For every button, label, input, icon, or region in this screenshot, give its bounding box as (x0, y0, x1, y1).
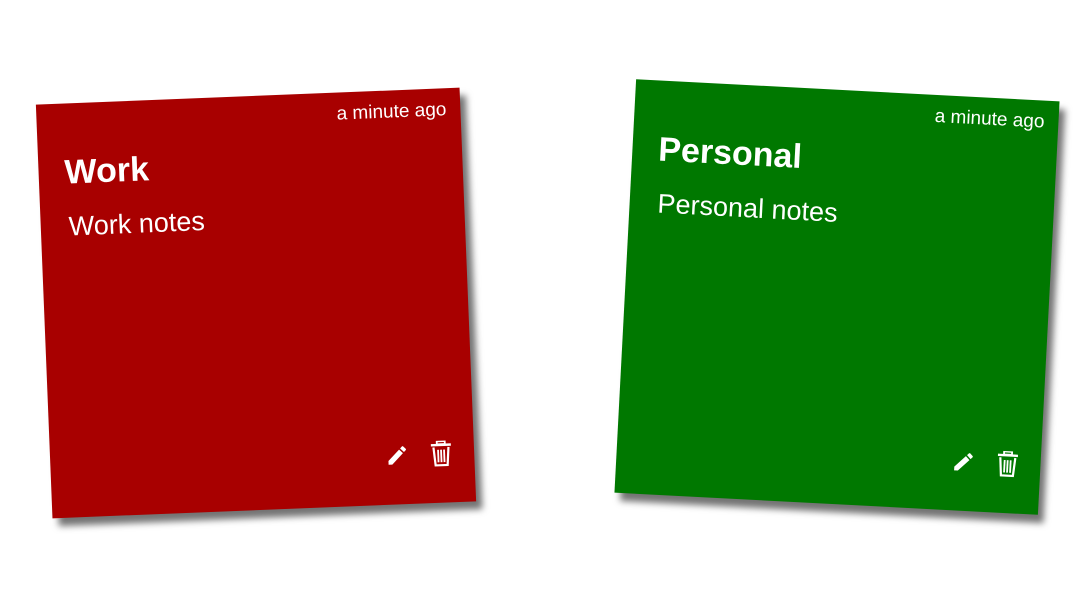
notes-board: a minute ago Work Work notes a minute ag… (0, 0, 1092, 602)
note-card-personal[interactable]: a minute ago Personal Personal notes (614, 79, 1060, 515)
note-body: Work notes (68, 206, 206, 242)
note-actions (384, 440, 455, 469)
pencil-icon[interactable] (950, 448, 977, 475)
note-title: Personal (657, 130, 803, 176)
note-body: Personal notes (656, 188, 839, 228)
pencil-icon[interactable] (384, 442, 411, 469)
note-timestamp: a minute ago (934, 105, 1045, 133)
note-title: Work (63, 150, 150, 192)
trash-icon[interactable] (428, 440, 455, 467)
note-card-work[interactable]: a minute ago Work Work notes (35, 87, 477, 519)
trash-icon[interactable] (994, 450, 1021, 478)
note-actions (950, 448, 1021, 478)
note-timestamp: a minute ago (336, 99, 447, 125)
